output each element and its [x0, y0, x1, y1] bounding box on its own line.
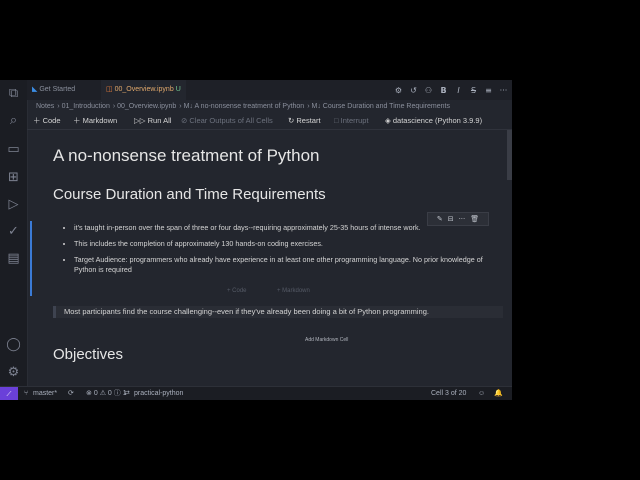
- git-branch[interactable]: master*: [33, 387, 57, 400]
- editor-tabs: ◣ Get Started ◫ 00_Overview.ipynb U ⚙ ↺ …: [27, 80, 512, 100]
- search-icon[interactable]: ⌕: [6, 113, 21, 128]
- run-debug-icon[interactable]: ▷: [6, 197, 21, 212]
- section-heading: Course Duration and Time Requirements: [53, 186, 326, 203]
- strikethrough-icon[interactable]: S: [469, 86, 478, 95]
- notebook-editor: A no-nonsense treatment of Python Course…: [27, 130, 512, 386]
- clear-outputs-button[interactable]: ⊘ Clear Outputs of All Cells: [181, 113, 273, 129]
- vscode-logo-icon: ◣: [32, 86, 38, 93]
- list-icon[interactable]: ≡: [484, 86, 493, 95]
- split-cell-icon[interactable]: ⊟: [448, 215, 454, 223]
- folder-icon[interactable]: ▤: [6, 251, 21, 266]
- more-icon[interactable]: ···: [499, 86, 508, 95]
- scrollbar[interactable]: [507, 130, 512, 180]
- debug-icon[interactable]: ⚇: [424, 86, 433, 95]
- notebook-icon: ◫: [106, 86, 113, 93]
- breadcrumb: Notes › 01_Introduction › 00_Overview.ipyn…: [36, 103, 450, 110]
- edit-icon[interactable]: ✎: [437, 215, 443, 223]
- run-all-button[interactable]: ▷▷ Run All: [134, 113, 171, 129]
- gear-icon[interactable]: ⚙: [394, 86, 403, 95]
- selected-cell-indicator: [30, 221, 32, 296]
- insert-markdown-button[interactable]: + Markdown: [277, 288, 310, 294]
- kernel-picker[interactable]: ◈ datascience (Python 3.9.9): [385, 113, 482, 129]
- activity-bar: ⧉ ⌕ ▭ ⊞ ▷ ✓ ▤ ◯ ⚙: [0, 80, 28, 386]
- more-actions-icon[interactable]: ···: [459, 215, 466, 223]
- tab-overview-notebook[interactable]: ◫ 00_Overview.ipynb U: [101, 80, 186, 100]
- restart-icon: ↻: [288, 116, 295, 125]
- remote-indicator-icon[interactable]: ⟋: [0, 387, 18, 400]
- breadcrumb-item[interactable]: 01_Introduction: [62, 103, 110, 110]
- cell-position[interactable]: Cell 3 of 20: [431, 387, 466, 400]
- feedback-icon[interactable]: ☺: [478, 387, 485, 400]
- extensions-icon[interactable]: ⊞: [6, 170, 21, 185]
- testing-icon[interactable]: ✓: [6, 224, 21, 239]
- tab-get-started[interactable]: ◣ Get Started: [27, 80, 80, 100]
- untracked-badge: U: [175, 86, 181, 93]
- breadcrumb-item[interactable]: Notes: [36, 103, 54, 110]
- restart-button[interactable]: ↻ Restart: [288, 113, 321, 129]
- live-share-icon[interactable]: ⇄: [124, 387, 130, 400]
- cell-toolbar: ✎ ⊟ ··· 🗑: [427, 212, 489, 226]
- editor-actions: ⚙ ↺ ⚇ B I S ≡ ···: [394, 80, 508, 100]
- sync-icon[interactable]: ⟳: [68, 387, 74, 400]
- account-icon[interactable]: ◯: [6, 337, 21, 352]
- explorer-icon[interactable]: ⧉: [6, 86, 21, 101]
- branch-icon: ⑂: [24, 390, 29, 397]
- problems-indicator[interactable]: ⊗ 0 ⚠ 0 ⓘ 1: [86, 387, 127, 400]
- info-icon: ⓘ: [113, 390, 121, 397]
- kernel-icon: ◈: [385, 116, 391, 125]
- interrupt-button[interactable]: □ Interrupt: [334, 113, 369, 129]
- vscode-window: ⧉ ⌕ ▭ ⊞ ▷ ✓ ▤ ◯ ⚙ ◣ Get Started ◫ 00_Ove…: [0, 80, 512, 400]
- bold-icon[interactable]: B: [439, 86, 448, 95]
- objectives-heading: Objectives: [53, 346, 124, 363]
- tab-label: 00_Overview.ipynb: [114, 86, 174, 93]
- notifications-icon[interactable]: 🔔: [494, 387, 503, 400]
- breadcrumb-item[interactable]: M↓ A no-nonsense treatment of Python: [184, 103, 305, 110]
- error-icon: ⊗: [86, 390, 92, 397]
- tab-label: Get Started: [39, 86, 76, 93]
- remote-explorer-icon[interactable]: ▭: [6, 142, 21, 157]
- history-icon[interactable]: ↺: [409, 86, 418, 95]
- italic-icon[interactable]: I: [454, 86, 463, 95]
- breadcrumb-item[interactable]: 00_Overview.ipynb: [117, 103, 176, 110]
- list-item: This includes the completion of approxim…: [74, 239, 504, 249]
- settings-gear-icon[interactable]: ⚙: [6, 365, 21, 380]
- add-markdown-button[interactable]: ＋ Markdown: [73, 113, 117, 129]
- quote-cell[interactable]: Most participants find the course challe…: [53, 306, 503, 318]
- breadcrumb-item[interactable]: M↓ Course Duration and Time Requirements: [311, 103, 450, 110]
- insert-code-button[interactable]: + Code: [227, 288, 247, 294]
- notebook-title: A no-nonsense treatment of Python: [53, 146, 320, 165]
- list-item: Target Audience: programmers who already…: [74, 255, 504, 275]
- markdown-cell[interactable]: it's taught in-person over the span of t…: [64, 223, 504, 281]
- add-code-button[interactable]: ＋ Code: [33, 113, 61, 129]
- delete-icon[interactable]: 🗑: [470, 215, 479, 223]
- run-icon: ▷▷: [134, 116, 146, 125]
- workspace-folder[interactable]: practical-python: [134, 387, 183, 400]
- notebook-toolbar: ＋ Code ＋ Markdown ▷▷ Run All ⊘ Clear Out…: [27, 113, 512, 130]
- add-markdown-cell-tooltip: Add Markdown Cell: [305, 337, 349, 343]
- warning-icon: ⚠: [99, 390, 106, 397]
- status-bar: ⟋ ⑂ master* ⟳ ⊗ 0 ⚠ 0 ⓘ 1 ⇄ practical-py…: [0, 386, 512, 400]
